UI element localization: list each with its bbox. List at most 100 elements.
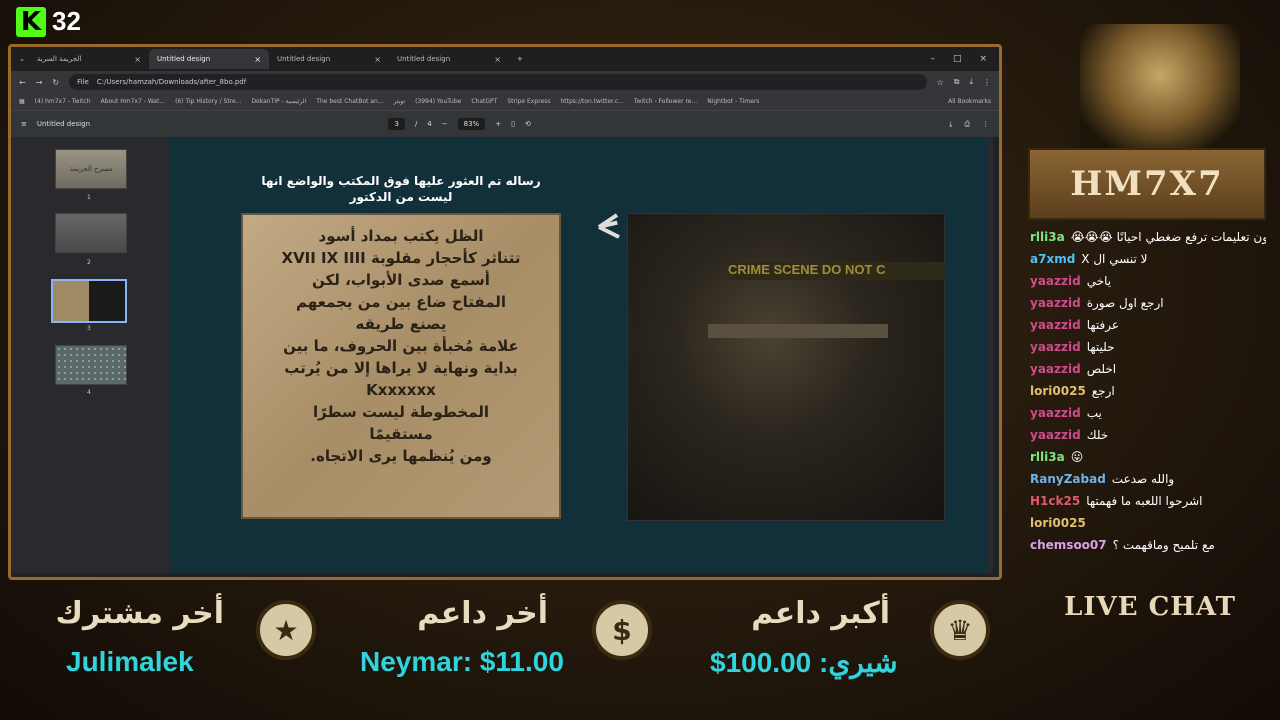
chat-message: yaazzid يب	[1030, 402, 1266, 424]
reload-icon[interactable]: ↻	[52, 78, 59, 87]
thumbnail-page-4[interactable]	[55, 345, 127, 385]
download-icon[interactable]: ⤓	[969, 77, 973, 87]
rotate-icon[interactable]: ⟲	[525, 120, 531, 128]
chat-text: اخلص	[1086, 362, 1117, 376]
desk-shape	[708, 324, 888, 338]
riddle-line: الظل يكتب بمداد أسود	[318, 227, 484, 245]
pdf-more-icon[interactable]: ⋮	[982, 120, 989, 128]
riddle-line: مستقيمًا	[369, 425, 433, 443]
back-icon[interactable]: ←	[19, 78, 26, 87]
riddle-line: يصنع طريقه	[355, 315, 447, 333]
pdf-download-icon[interactable]: ⤓	[949, 120, 952, 129]
page-separator: /	[414, 120, 418, 128]
riddle-line: تتناثر كأحجار مقلوبة XVII IX IIII	[281, 249, 521, 267]
chat-username[interactable]: chemsoo07	[1030, 534, 1107, 556]
chat-text: ارجع اول صورة	[1086, 296, 1164, 310]
sidebar-menu-icon[interactable]: ≡	[21, 120, 27, 128]
tab-3[interactable]: Untitled design ×	[269, 49, 389, 69]
chat-username[interactable]: a7xmd	[1030, 248, 1075, 270]
pdf-page: رساله تم العثور عليها فوق المكتب والواضع…	[169, 137, 993, 573]
zoom-in-button[interactable]: +	[495, 120, 501, 128]
close-icon[interactable]: ×	[254, 55, 261, 64]
bookmarks-bar: ▦ (4) hm7x7 - Twitch About Hm7x7 - Wat..…	[11, 93, 999, 111]
zoom-level[interactable]: 83%	[457, 118, 486, 130]
chat-username[interactable]: lori0025	[1030, 512, 1086, 534]
tab-2-label: Untitled design	[157, 55, 211, 63]
url-scheme: File	[77, 78, 89, 86]
chat-username[interactable]: yaazzid	[1030, 270, 1081, 292]
tab-4[interactable]: Untitled design ×	[389, 49, 509, 69]
bookmark-item[interactable]: تويتر	[394, 98, 406, 105]
forward-icon[interactable]: →	[36, 78, 43, 87]
bookmark-item[interactable]: ChatGPT	[471, 98, 497, 105]
zoom-out-button[interactable]: −	[442, 120, 448, 128]
bookmark-item[interactable]: (4) hm7x7 - Twitch	[35, 98, 91, 105]
maximize-icon[interactable]: □	[953, 54, 962, 64]
chat-message: yaazzid عرفتها	[1030, 314, 1266, 336]
chat-message: chemsoo07 مع تلميح وماقهمت ؟	[1030, 534, 1266, 556]
bookmark-item[interactable]: Twitch - Follower re...	[634, 98, 697, 105]
bookmark-item[interactable]: Nightbot - Timers	[707, 98, 759, 105]
last-subscriber-value: Julimalek	[66, 646, 194, 677]
menu-icon[interactable]: ⋮	[983, 78, 991, 87]
tab-list-icon[interactable]: ⌄	[15, 55, 29, 63]
page-total: 4	[427, 120, 432, 128]
thumbnail-page-2[interactable]	[55, 213, 127, 253]
print-icon[interactable]: ⎙	[964, 120, 970, 129]
chat-username[interactable]: H1ck25	[1030, 490, 1080, 512]
crime-scene-photo: CRIME SCENE DO NOT C	[627, 213, 946, 521]
bookmark-item[interactable]: Stripe Express	[507, 98, 550, 105]
page-number-input[interactable]: 3	[388, 118, 405, 130]
last-subscriber-label: أخر مشترك	[55, 596, 224, 631]
webcam-avatar	[1080, 24, 1240, 152]
star-bookmark-icon[interactable]: ☆	[937, 78, 944, 87]
star-icon: ★	[256, 600, 316, 660]
all-bookmarks[interactable]: All Bookmarks	[948, 98, 991, 105]
close-icon[interactable]: ×	[134, 55, 141, 64]
thumbnail-sidebar: مسرح الجريمة 1 2 3 4	[11, 137, 169, 573]
chat-username[interactable]: yaazzid	[1030, 358, 1081, 380]
kick-logo-icon: K	[16, 6, 46, 37]
thumbnail-page-3[interactable]	[51, 279, 127, 323]
chat-username[interactable]: yaazzid	[1030, 336, 1081, 358]
scrollbar[interactable]	[987, 137, 993, 573]
minimize-icon[interactable]: –	[930, 54, 935, 64]
extensions-icon[interactable]: ⧉	[954, 77, 960, 87]
chat-username[interactable]: RanyZabad	[1030, 468, 1106, 490]
riddle-line: المفتاح ضاع بين من يجمعهم	[295, 293, 507, 311]
chat-username[interactable]: yaazzid	[1030, 292, 1081, 314]
bookmark-item[interactable]: About Hm7x7 - Wat...	[101, 98, 165, 105]
fit-page-icon[interactable]: ▯	[511, 120, 515, 128]
tab-1[interactable]: الجريمة السرية ×	[29, 49, 149, 69]
bookmark-item[interactable]: The best ChatBot an...	[316, 98, 383, 105]
close-icon[interactable]: ×	[374, 55, 381, 64]
pdf-page-controls: 3 / 4 − 83% + ▯ ⟲	[388, 118, 531, 130]
chat-username[interactable]: rlli3a	[1030, 226, 1065, 248]
thumbnail-page-1[interactable]: مسرح الجريمة	[55, 149, 127, 189]
bookmark-item[interactable]: https://ton.twitter.c...	[560, 98, 623, 105]
new-tab-button[interactable]: +	[509, 55, 531, 63]
chat-username[interactable]: yaazzid	[1030, 314, 1081, 336]
tab-2[interactable]: Untitled design ×	[149, 49, 269, 69]
close-icon[interactable]: ×	[494, 55, 501, 64]
last-donor-label: أخر داعم	[417, 596, 548, 631]
chat-username[interactable]: yaazzid	[1030, 402, 1081, 424]
bookmark-item[interactable]: DokanTIP - الرئيسية	[251, 98, 306, 105]
close-window-icon[interactable]: ×	[979, 54, 987, 64]
crown-icon: ♛	[930, 600, 990, 660]
chat-message: H1ck25 اشرحوا اللعبه ما فهمتها	[1030, 490, 1266, 512]
thumbnail-number: 3	[87, 325, 91, 332]
chat-message: yaazzid حليتها	[1030, 336, 1266, 358]
pdf-viewer: مسرح الجريمة 1 2 3 4 رساله تم العثور علي…	[11, 137, 999, 573]
chat-username[interactable]: yaazzid	[1030, 424, 1081, 446]
riddle-line: علامة مُخبأة بين الحروف، ما بين	[283, 337, 519, 355]
chat-username[interactable]: lori0025	[1030, 380, 1086, 402]
chat-username[interactable]: rlli3a	[1030, 446, 1065, 468]
chat-message: yaazzid ياخي	[1030, 270, 1266, 292]
apps-icon[interactable]: ▦	[19, 98, 25, 105]
bookmark-item[interactable]: (6) Tip History / Stre...	[175, 98, 241, 105]
bookmark-item[interactable]: (3994) YouTube	[415, 98, 461, 105]
riddle-line: Kxxxxxx	[366, 381, 436, 399]
chat-message: lori0025 ارجع	[1030, 380, 1266, 402]
address-bar[interactable]: File C:/Users/hamzah/Downloads/after_8bo…	[69, 74, 927, 90]
